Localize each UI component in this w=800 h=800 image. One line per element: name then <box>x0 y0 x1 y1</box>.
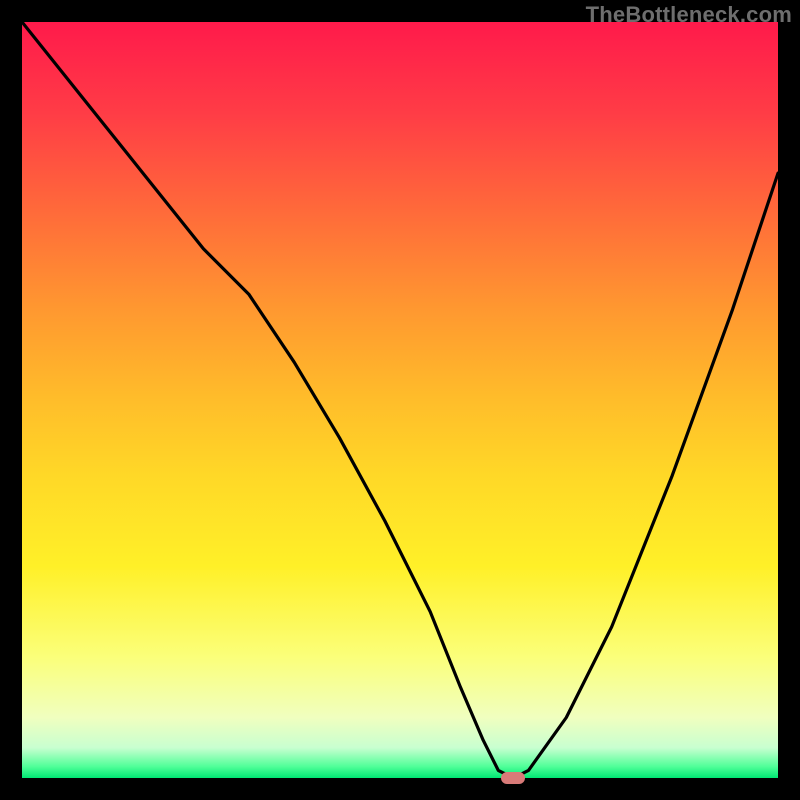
plot-area <box>22 22 778 778</box>
watermark-text: TheBottleneck.com <box>586 2 792 28</box>
bottleneck-curve <box>22 22 778 778</box>
chart-frame: TheBottleneck.com <box>0 0 800 800</box>
optimal-marker <box>501 772 525 784</box>
